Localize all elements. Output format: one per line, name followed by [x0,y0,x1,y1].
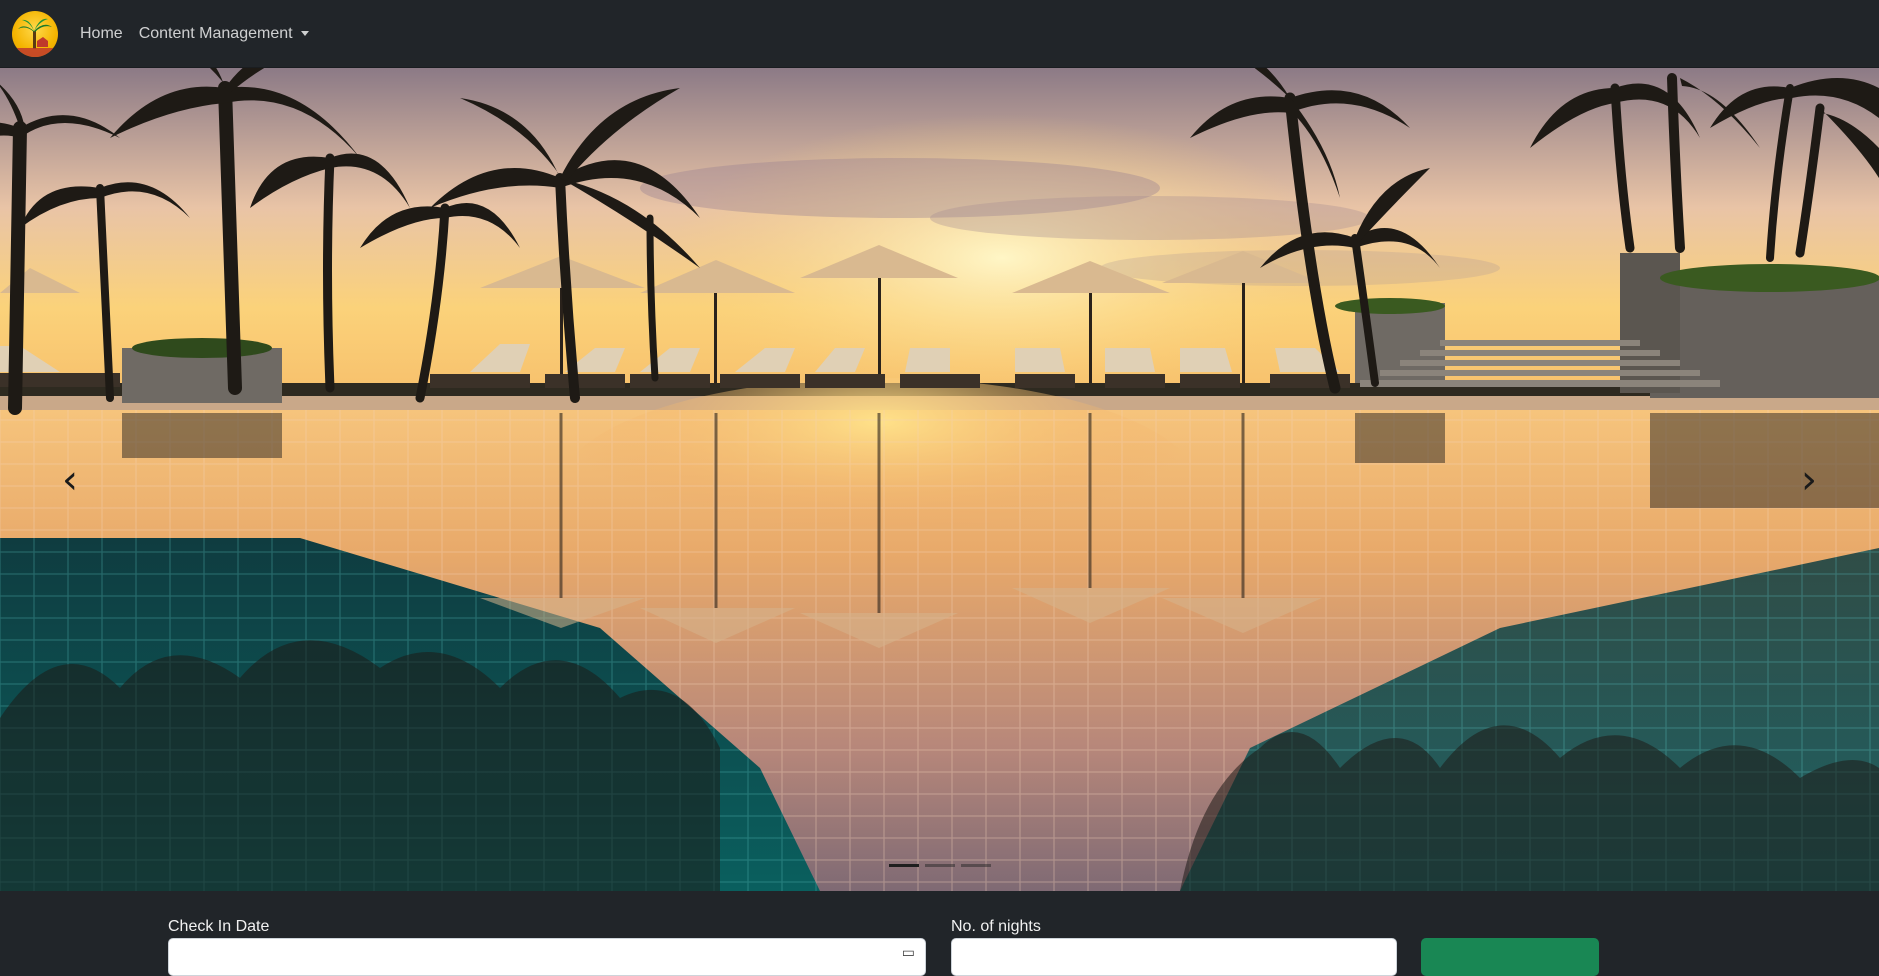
carousel-indicator-3[interactable] [960,864,991,867]
booking-submit-button[interactable] [1421,938,1599,976]
carousel-prev-button[interactable]: ‹ [0,68,140,891]
chevron-right-icon: › [1801,456,1817,503]
carousel-next-button[interactable]: › [1739,68,1879,891]
checkin-date-input[interactable]: ▭ [168,938,926,976]
checkin-date-label: Check In Date [168,918,270,935]
booking-form: Check In Date ▭ No. of nights [0,891,1879,976]
calendar-icon[interactable]: ▭ [902,944,915,961]
nav-home-label: Home [80,24,123,42]
hero-carousel: ‹ › [0,68,1879,891]
nights-input[interactable] [951,938,1397,976]
chevron-left-icon: ‹ [62,456,78,503]
resort-pool-sunset-image [0,68,1879,891]
nights-label: No. of nights [951,918,1041,935]
nav-home-link[interactable]: Home [80,25,123,43]
navbar: Home Content Management [0,0,1879,68]
carousel-indicators [0,864,1879,867]
carousel-indicator-2[interactable] [924,864,955,867]
nav-content-management-dropdown[interactable]: Content Management [139,25,309,43]
nav-content-management-label: Content Management [138,24,293,42]
carousel-indicator-1[interactable] [888,864,919,867]
palm-tree-logo-icon[interactable] [12,10,58,57]
caret-down-icon [300,31,309,36]
